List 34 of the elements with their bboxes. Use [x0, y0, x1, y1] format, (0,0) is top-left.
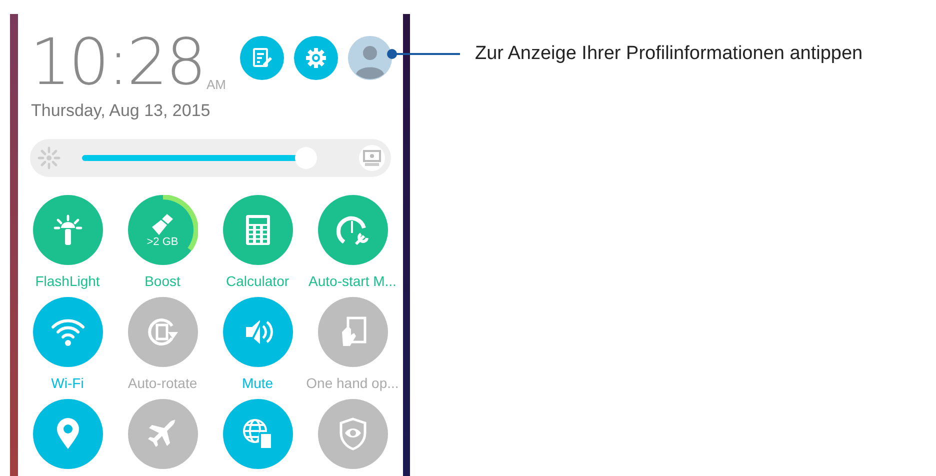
wifi-icon: [50, 317, 86, 347]
rotate-icon: [146, 316, 180, 348]
location-pin-icon: [56, 418, 80, 450]
flashlight-icon: [52, 214, 82, 246]
callout-text: Zur Anzeige Ihrer Profilinformationen antippen: [475, 43, 863, 65]
tile-label: FlashLight: [35, 273, 100, 289]
notes-edit-icon: [251, 47, 273, 69]
edit-button[interactable]: [240, 36, 284, 80]
clock-time: 10:28: [30, 34, 204, 92]
profile-avatar[interactable]: [348, 36, 392, 80]
globe-phone-icon: [242, 418, 274, 450]
person-silhouette-icon: [348, 36, 392, 80]
settings-button[interactable]: [294, 36, 338, 80]
progress-arc-icon: [162, 195, 198, 252]
airplane-icon: [146, 418, 178, 450]
clock-ampm: AM: [206, 77, 226, 92]
tile-label: Auto-rotate: [128, 375, 198, 391]
tile-label: Mute: [242, 375, 274, 391]
tile-label: Wi-Fi: [51, 375, 84, 391]
settings-icon: [305, 47, 327, 69]
broom-icon: [150, 212, 176, 236]
shield-eye-icon: [338, 417, 368, 451]
tile-label: Calculator: [226, 273, 290, 289]
date-text: Thursday, Aug 13, 2015: [30, 100, 212, 122]
auto-brightness-icon[interactable]: [359, 145, 385, 171]
calculator-icon: [246, 215, 270, 245]
tile-label: Boost: [144, 273, 180, 289]
gauge-wrench-icon: [336, 214, 370, 246]
tile-label: Auto-start M...: [308, 273, 396, 289]
quick-setting-button[interactable]: >2 GB: [128, 195, 198, 265]
tile-label: One hand op...: [306, 375, 399, 391]
memory-label: >2 GB: [146, 236, 178, 248]
slider-thumb[interactable]: [294, 147, 317, 169]
brightness-icon: [36, 145, 62, 171]
